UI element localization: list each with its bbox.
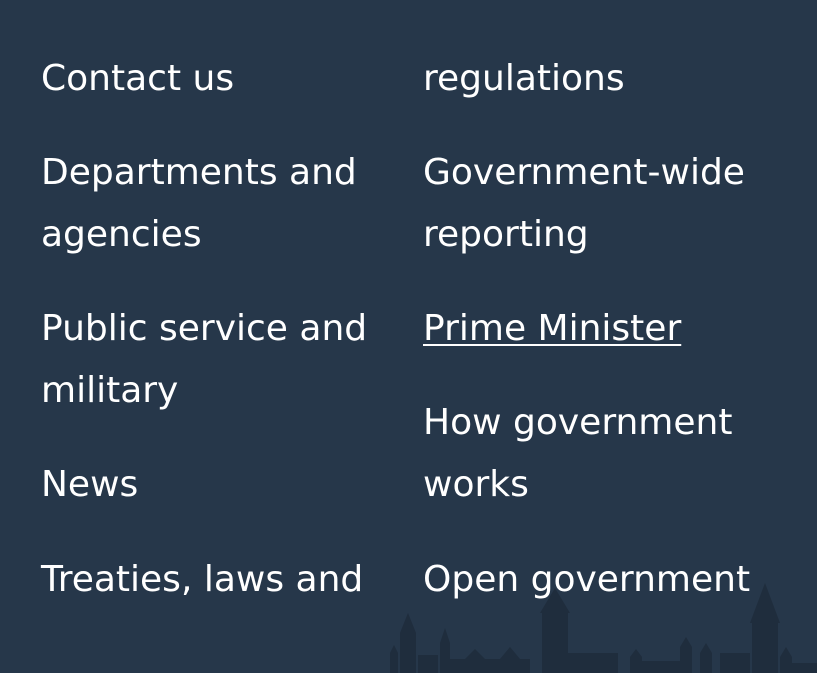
public-service-and-military-link-line2[interactable]: military — [41, 360, 178, 422]
prime-minister-link[interactable]: Prime Minister — [423, 298, 681, 360]
public-service-and-military-link[interactable]: Public service and — [41, 298, 367, 360]
how-government-works-link[interactable]: How government — [423, 392, 732, 454]
government-wide-reporting-link[interactable]: Government-wide — [423, 142, 745, 204]
contact-us-link[interactable]: Contact us — [41, 48, 234, 110]
departments-and-agencies-link-line2[interactable]: agencies — [41, 204, 202, 266]
open-government-link[interactable]: Open government — [423, 549, 750, 611]
government-wide-reporting-link-line2[interactable]: reporting — [423, 204, 589, 266]
departments-and-agencies-link[interactable]: Departments and — [41, 142, 357, 204]
treaties-laws-regulations-link-line2[interactable]: regulations — [423, 48, 625, 110]
treaties-laws-regulations-link[interactable]: Treaties, laws and — [41, 549, 363, 611]
how-government-works-link-line2[interactable]: works — [423, 454, 529, 516]
footer-navigation: Contact us Departments and agencies Publ… — [0, 0, 817, 673]
news-link[interactable]: News — [41, 454, 138, 516]
